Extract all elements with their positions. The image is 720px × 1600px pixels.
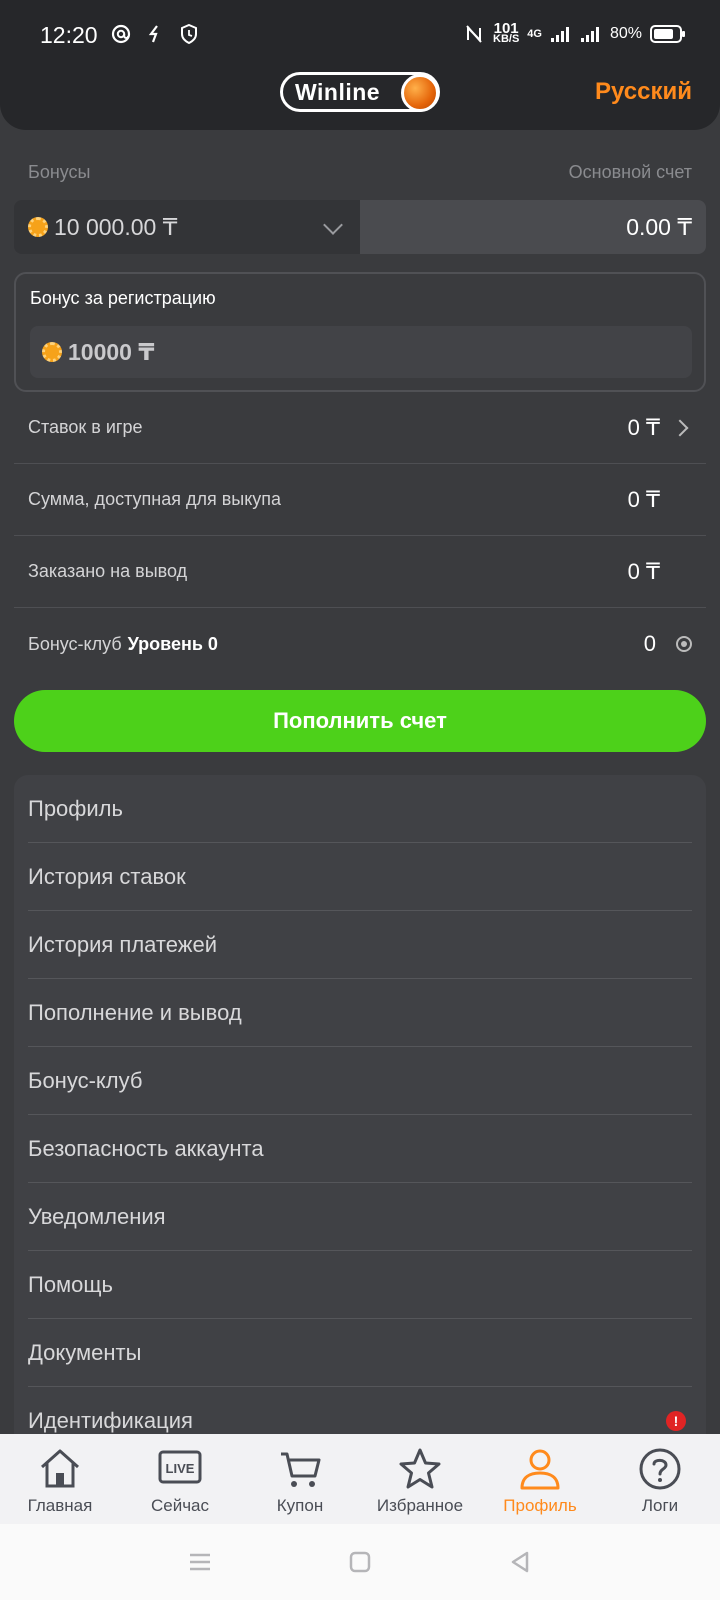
- tab-home[interactable]: Главная: [0, 1434, 120, 1524]
- at-icon: [110, 22, 132, 46]
- soccer-ball-icon: [676, 636, 692, 652]
- tab-label: Купон: [276, 1496, 324, 1515]
- menu-item-label: Помощь: [28, 1271, 113, 1297]
- profile-menu: Профиль История ставок История платежей …: [14, 775, 706, 1435]
- tab-label: Логи: [641, 1496, 679, 1515]
- status-time: 12:20: [40, 22, 98, 48]
- tab-favorites[interactable]: Избранное: [360, 1434, 480, 1524]
- menu-item-identification[interactable]: Идентификация !: [28, 1387, 692, 1435]
- topup-button[interactable]: Пополнить счет: [14, 690, 706, 752]
- status-bar: 12:20 101 KB/S 4G 80%: [0, 0, 720, 70]
- bets-in-play-value-wrap: 0 ₸: [628, 415, 692, 441]
- withdrawal-ordered-value: 0 ₸: [627, 558, 660, 584]
- net-speed: 101 KB/S: [493, 20, 520, 45]
- star-icon: [399, 1448, 441, 1489]
- bonus-club-value-wrap: 0: [644, 631, 692, 657]
- menu-item-notifications[interactable]: Уведомления: [28, 1183, 692, 1251]
- menu-item-documents[interactable]: Документы: [28, 1319, 692, 1387]
- menu-nav-icon[interactable]: [185, 1547, 215, 1577]
- battery-percent: 80%: [609, 25, 642, 42]
- tab-label: Профиль: [503, 1496, 577, 1515]
- menu-item-bonus-club[interactable]: Бонус-клуб: [28, 1047, 692, 1115]
- network-type: 4G: [527, 28, 542, 40]
- menu-item-label: Пополнение и вывод: [28, 999, 242, 1025]
- menu-item-account-security[interactable]: Безопасность аккаунта: [28, 1115, 692, 1183]
- main-balance: 0.00 ₸: [360, 200, 706, 254]
- cashout-available-row: Сумма, доступная для выкупа 0 ₸: [14, 464, 706, 536]
- battery-icon: [650, 25, 685, 43]
- nfc-icon: [463, 22, 485, 46]
- coin-icon: [28, 217, 48, 237]
- coin-icon: [42, 342, 62, 362]
- registration-bonus-value: 10000 ₸: [68, 338, 155, 365]
- registration-bonus-title: Бонус за регистрацию: [30, 288, 216, 308]
- bonus-label: Бонусы: [28, 162, 91, 182]
- tab-coupon[interactable]: Купон: [240, 1434, 360, 1524]
- menu-item-label: Бонус-клуб: [28, 1067, 143, 1093]
- home-nav-icon[interactable]: [345, 1547, 375, 1577]
- tab-label: Сейчас: [150, 1496, 210, 1515]
- menu-item-payment-history[interactable]: История платежей: [28, 911, 692, 979]
- link-icon: [144, 22, 166, 46]
- main-balance-value: 0.00 ₸: [626, 213, 692, 240]
- tab-profile[interactable]: Профиль: [480, 1434, 600, 1524]
- tab-label: Избранное: [376, 1496, 464, 1515]
- signal-icon-2: [580, 22, 602, 46]
- menu-item-label: Документы: [28, 1339, 142, 1365]
- language-selector[interactable]: Русский: [595, 78, 692, 106]
- registration-bonus-card[interactable]: Бонус за регистрацию 10000 ₸: [14, 272, 706, 392]
- logo-text: Winline: [295, 78, 381, 105]
- menu-item-deposit-withdraw[interactable]: Пополнение и вывод: [28, 979, 692, 1047]
- bottom-tab-bar: Главная LIVE Сейчас Купон Избранное Проф…: [0, 1434, 720, 1524]
- balance-labels: Бонусы Основной счет: [28, 162, 692, 183]
- chevron-right-icon: [671, 419, 689, 436]
- app-header: 12:20 101 KB/S 4G 80% Winline Русский: [0, 0, 720, 130]
- tab-live[interactable]: LIVE Сейчас: [120, 1434, 240, 1524]
- help-icon: [639, 1448, 681, 1490]
- shield-icon: [178, 22, 200, 46]
- live-icon-text: LIVE: [166, 1461, 195, 1476]
- status-icons-right: 101 KB/S 4G 80%: [463, 20, 685, 46]
- bonus-balance-value: 10 000.00 ₸: [54, 213, 178, 240]
- alert-icon: !: [666, 1411, 686, 1431]
- back-nav-icon[interactable]: [505, 1547, 535, 1577]
- bonus-club-level: Уровень 0: [127, 633, 218, 654]
- cashout-available-value: 0 ₸: [627, 486, 660, 512]
- withdrawal-ordered-row: Заказано на вывод 0 ₸: [14, 536, 706, 608]
- menu-item-label: История платежей: [28, 931, 217, 957]
- system-nav-bar: [0, 1524, 720, 1600]
- bonus-club-row[interactable]: Бонус-клуб Уровень 0 0: [14, 608, 706, 680]
- menu-item-profile[interactable]: Профиль: [28, 775, 692, 843]
- person-icon: [520, 1449, 560, 1490]
- logo-ball-icon: [401, 74, 439, 112]
- winline-logo[interactable]: Winline: [280, 72, 440, 112]
- bonus-club-value: 0: [643, 631, 656, 656]
- cashout-available-label: Сумма, доступная для выкупа: [28, 489, 282, 509]
- menu-item-bet-history[interactable]: История ставок: [28, 843, 692, 911]
- bonus-club-label-wrap: Бонус-клуб Уровень 0: [28, 634, 218, 655]
- main-account-label: Основной счет: [568, 162, 692, 182]
- chevron-down-icon: [323, 215, 343, 235]
- menu-item-label: Безопасность аккаунта: [28, 1135, 264, 1161]
- registration-bonus-amount: 10000 ₸: [30, 326, 692, 378]
- withdrawal-ordered-label: Заказано на вывод: [28, 561, 188, 581]
- menu-item-label: Идентификация: [28, 1407, 193, 1433]
- cart-icon: [281, 1452, 321, 1487]
- home-icon: [41, 1449, 79, 1488]
- balance-row: 10 000.00 ₸ 0.00 ₸: [14, 200, 706, 254]
- menu-item-label: История ставок: [28, 863, 186, 889]
- menu-item-label: Уведомления: [28, 1203, 166, 1229]
- signal-icon-1: [550, 22, 572, 46]
- bonus-club-label: Бонус-клуб: [28, 633, 122, 654]
- live-icon: LIVE: [158, 1450, 202, 1484]
- tab-logs[interactable]: Логи: [600, 1434, 720, 1524]
- status-icons-left: [110, 22, 200, 46]
- tab-label: Главная: [27, 1496, 93, 1515]
- bonus-balance-dropdown[interactable]: 10 000.00 ₸: [14, 200, 360, 254]
- bets-in-play-row[interactable]: Ставок в игре 0 ₸: [14, 392, 706, 464]
- menu-item-label: Профиль: [28, 795, 123, 821]
- menu-item-help[interactable]: Помощь: [28, 1251, 692, 1319]
- bets-in-play-value: 0 ₸: [627, 414, 660, 440]
- bets-in-play-label: Ставок в игре: [28, 417, 143, 437]
